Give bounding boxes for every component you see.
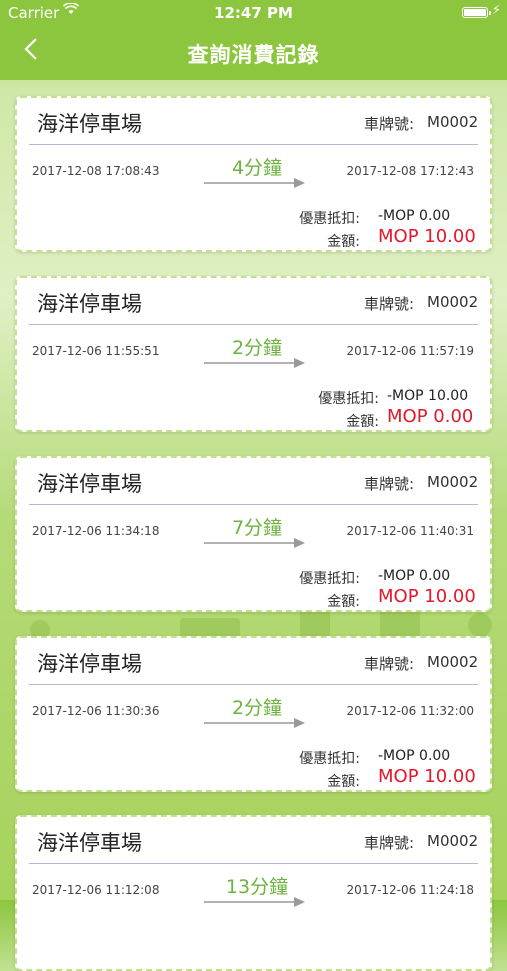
- start-time: 2017-12-06 11:34:18: [32, 524, 160, 538]
- end-time: 2017-12-06 11:57:19: [346, 344, 474, 358]
- start-time: 2017-12-06 11:55:51: [32, 344, 160, 358]
- plate-label: 車牌號:: [364, 834, 415, 852]
- end-time: 2017-12-06 11:32:00: [346, 704, 474, 718]
- end-time: 2017-12-08 17:12:43: [346, 164, 474, 178]
- plate-label: 車牌號:: [364, 295, 415, 313]
- discount-value: -MOP 0.00: [378, 568, 451, 584]
- plate-number: M0002: [427, 473, 479, 491]
- record-card[interactable]: 海洋停車場 車牌號: M0002 2017-12-06 11:30:36 2分鐘…: [15, 636, 492, 792]
- page-title: 查詢消費記錄: [187, 43, 320, 67]
- discount-value: -MOP 0.00: [378, 208, 451, 224]
- plate-number: M0002: [427, 293, 479, 311]
- parking-lot-name: 海洋停車場: [37, 652, 142, 676]
- end-time: 2017-12-06 11:24:18: [346, 883, 474, 897]
- amount-label: 金額:: [327, 594, 360, 610]
- arrow-right-icon: [204, 538, 305, 548]
- amount-label: 金額:: [346, 414, 379, 430]
- arrow-right-icon: [204, 178, 305, 188]
- parking-lot-name: 海洋停車場: [37, 292, 142, 316]
- parking-lot-name: 海洋停車場: [37, 112, 142, 136]
- arrow-right-icon: [204, 718, 305, 728]
- start-time: 2017-12-06 11:12:08: [32, 883, 160, 897]
- parking-lot-name: 海洋停車場: [37, 472, 142, 496]
- plate-label: 車牌號:: [364, 475, 415, 493]
- record-card[interactable]: 海洋停車場 車牌號: M0002 2017-12-06 11:12:08 13分…: [15, 815, 492, 971]
- divider: [29, 504, 478, 505]
- start-time: 2017-12-06 11:30:36: [32, 704, 160, 718]
- discount-value: -MOP 10.00: [387, 388, 469, 404]
- parking-lot-name: 海洋停車場: [37, 831, 142, 855]
- discount-label: 優惠抵扣:: [299, 571, 360, 587]
- navigation-bar: 查詢消費記錄: [0, 26, 507, 80]
- divider: [29, 144, 478, 145]
- amount-value: MOP 0.00: [387, 406, 474, 427]
- plate-label: 車牌號:: [364, 655, 415, 673]
- end-time: 2017-12-06 11:40:31: [346, 524, 474, 538]
- discount-label: 優惠抵扣:: [299, 751, 360, 767]
- record-card[interactable]: 海洋停車場 車牌號: M0002 2017-12-06 11:55:51 2分鐘…: [15, 276, 492, 432]
- amount-value: MOP 10.00: [378, 586, 476, 607]
- amount-label: 金額:: [327, 774, 360, 790]
- status-time: 12:47 PM: [214, 4, 293, 22]
- amount-label: 金額:: [327, 234, 360, 250]
- divider: [29, 684, 478, 685]
- start-time: 2017-12-08 17:08:43: [32, 164, 160, 178]
- battery-icon: [462, 7, 491, 18]
- charging-icon: ⚡: [491, 3, 501, 18]
- divider: [29, 863, 478, 864]
- record-card[interactable]: 海洋停車場 車牌號: M0002 2017-12-08 17:08:43 4分鐘…: [15, 96, 492, 252]
- arrow-right-icon: [204, 897, 305, 907]
- discount-label: 優惠抵扣:: [299, 211, 360, 227]
- arrow-right-icon: [204, 358, 305, 368]
- amount-value: MOP 10.00: [378, 766, 476, 787]
- discount-label: 優惠抵扣:: [318, 391, 379, 407]
- plate-number: M0002: [427, 113, 479, 131]
- status-bar: Carrier 12:47 PM ⚡: [0, 0, 507, 26]
- plate-label: 車牌號:: [364, 115, 415, 133]
- amount-value: MOP 10.00: [378, 226, 476, 247]
- plate-number: M0002: [427, 653, 479, 671]
- discount-value: -MOP 0.00: [378, 748, 451, 764]
- plate-number: M0002: [427, 832, 479, 850]
- divider: [29, 324, 478, 325]
- record-card[interactable]: 海洋停車場 車牌號: M0002 2017-12-06 11:34:18 7分鐘…: [15, 456, 492, 612]
